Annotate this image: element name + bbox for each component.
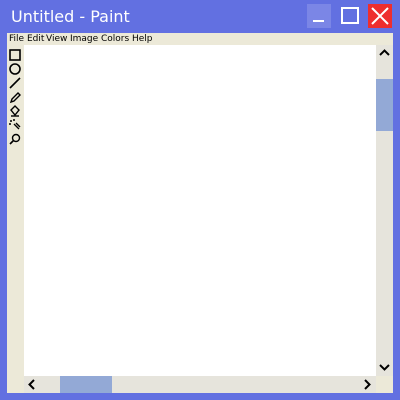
minimize-icon [313,20,324,22]
airbrush-icon[interactable] [8,118,22,132]
vertical-scrollbar[interactable] [376,45,393,376]
line-icon[interactable] [8,76,22,90]
fill-bucket-icon[interactable] [8,104,22,118]
drawing-canvas[interactable] [24,45,376,376]
chevron-down-icon [379,364,390,371]
magnifier-icon[interactable] [8,132,22,146]
scroll-up-button[interactable] [376,45,393,62]
pencil-icon[interactable] [8,90,22,104]
scrollbar-corner [376,376,393,393]
rectangle-select-icon[interactable] [8,48,22,62]
menu-image[interactable]: Image [70,33,98,45]
horizontal-scroll-thumb[interactable] [60,376,112,393]
menu-help[interactable]: Help [132,33,153,45]
chevron-up-icon [379,49,390,56]
maximize-button[interactable] [339,4,363,28]
menu-view[interactable]: View [46,33,67,45]
scroll-down-button[interactable] [376,359,393,376]
horizontal-scrollbar[interactable] [24,376,376,393]
paint-window: Untitled - Paint File Edit View Image Co… [0,0,400,400]
menu-bar: File Edit View Image Colors Help [7,33,393,45]
vertical-scroll-thumb[interactable] [376,79,393,131]
maximize-icon [341,7,359,24]
scroll-right-button[interactable] [359,376,376,393]
scroll-left-button[interactable] [24,376,41,393]
ellipse-icon[interactable] [8,62,22,76]
chevron-right-icon [364,379,371,390]
menu-colors[interactable]: Colors [101,33,129,45]
menu-edit[interactable]: Edit [27,33,44,45]
window-title: Untitled - Paint [11,7,130,26]
close-icon [371,7,389,25]
menu-file[interactable]: File [9,33,24,45]
minimize-button[interactable] [307,4,331,28]
toolbox [7,45,24,393]
close-button[interactable] [368,4,392,28]
chevron-left-icon [28,379,35,390]
title-bar[interactable]: Untitled - Paint [0,0,400,33]
